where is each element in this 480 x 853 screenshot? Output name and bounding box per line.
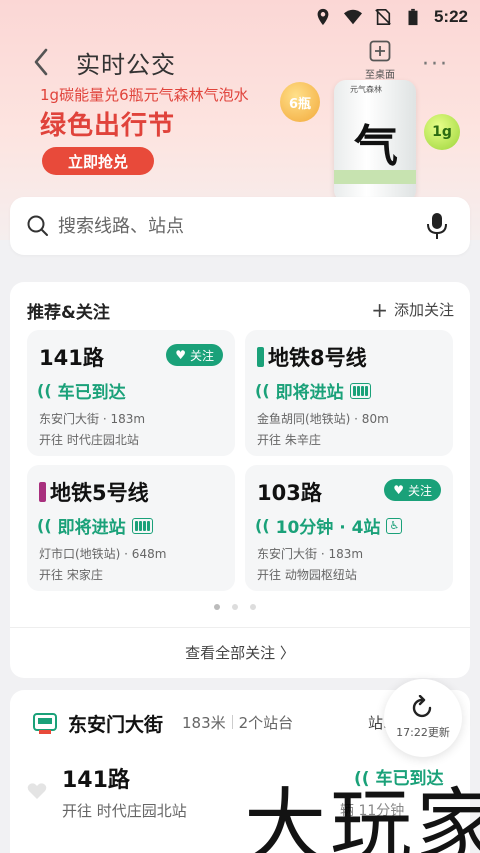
nav-bar: 实时公交 至桌面 ··· [0,40,480,84]
stop-info: 东安门大街 · 183m [257,547,364,561]
arrival-text: 10分钟 · 4站 [275,518,381,538]
status-time: 5:22 [433,7,468,26]
signal-icon: (( [37,381,52,400]
refresh-icon [412,695,432,718]
route-card[interactable]: 地铁8号线 (( 即将进站 金鱼胡同(地铁站) · 80m 开往 朱辛庄 [245,330,453,456]
pager-dots [214,604,256,610]
signal-icon: (( [37,516,52,535]
follow-label: 关注 [189,348,214,363]
arrival-status: (( 车已到达 [37,378,126,403]
crowd-level-icon [131,517,153,534]
watermark: 大玩家 [244,780,480,853]
follow-badge[interactable]: ♥ 关注 [166,344,223,366]
page-title: 实时公交 [76,51,176,79]
wifi-icon [343,9,362,25]
can-brand-text: 元气森林 [350,85,382,94]
direction-info: 开往 宋家庄 [39,568,103,582]
add-to-desktop-button[interactable]: 至桌面 [358,40,402,81]
promo-title: 绿色出行节 [40,111,176,141]
direction-info: 开往 朱辛庄 [257,433,321,447]
search-bar[interactable] [10,197,470,255]
status-bar: 5:22 [0,0,480,34]
pager-dot [214,604,220,610]
arrival-text: 即将进站 [275,383,344,403]
stop-info: 灯市口(地铁站) · 648m [39,547,167,561]
station-platforms: 2个站台 [238,714,294,732]
drink-can-image: 元气森林 气 [334,80,416,202]
route-card[interactable]: 141路 ♥ 关注 (( 车已到达 东安门大街 · 183m 开往 时代庄园北站 [27,330,235,456]
back-arrow-icon[interactable] [28,46,56,78]
station-meta: 183米 2个站台 [182,712,293,733]
arrival-text: 即将进站 [57,518,126,538]
line-color-bar [39,482,46,502]
route-name: 地铁5号线 [39,477,149,507]
no-sim-icon [375,8,391,26]
redeem-now-button[interactable]: 立即抢兑 [42,147,154,175]
microphone-icon[interactable] [426,212,448,240]
can-glyph: 气 [354,121,398,172]
direction-info: 开往 时代庄园北站 [39,433,139,447]
stop-info: 金鱼胡同(地铁站) · 80m [257,412,389,426]
signal-icon: (( [255,516,270,535]
location-icon [317,8,329,26]
heart-outline-icon[interactable] [27,782,47,800]
more-menu-icon[interactable]: ··· [422,52,449,77]
crowd-level-icon [349,382,371,399]
arrival-status: (( 即将进站 [37,513,153,538]
route-name: 141路 [39,346,104,370]
direction-info: 开往 时代庄园北站 [62,802,187,820]
can-stripe [334,170,416,184]
bottle-count-medal: 6瓶 [280,82,320,122]
refresh-button[interactable]: 17:22更新 [384,679,462,757]
add-follow-label: 添加关注 [393,301,454,319]
add-to-desktop-label: 至桌面 [365,70,395,81]
signal-icon: (( [255,381,270,400]
plus-icon: + [371,298,388,322]
heart-icon: ♥ [175,348,186,362]
route-card[interactable]: 地铁5号线 (( 即将进站 灯市口(地铁站) · 648m 开往 宋家庄 [27,465,235,591]
recommend-panel: 推荐&关注 + 添加关注 141路 ♥ 关注 ((车已到达 东安门大街 · 183m… [10,282,470,678]
arrival-text: 车已到达 [57,383,126,403]
pager-dot [250,604,256,610]
route-name: 地铁8号线 [257,342,367,372]
route-name[interactable]: 141路 [62,762,130,794]
arrival-status: (( 10分钟 · 4站 ♿ [255,513,403,538]
view-all-follows-link[interactable]: 查看全部关注 〉 [10,642,470,663]
heart-icon: ♥ [393,483,404,497]
arrival-status: (( 即将进站 [255,378,371,403]
pager-dot [232,604,238,610]
route-name: 103路 [257,481,322,505]
direction-info: 开往 动物园枢纽站 [257,568,357,582]
stop-info: 东安门大街 · 183m [39,412,146,426]
station-distance: 183米 [182,714,226,732]
promo-subtitle: 1g碳能量兑6瓶元气森林气泡水 [40,86,249,104]
accessible-icon: ♿ [386,517,403,534]
recommend-title: 推荐&关注 [27,303,110,323]
follow-label: 关注 [407,483,432,498]
line-color-bar [257,347,264,367]
divider [10,627,470,628]
search-input[interactable] [58,215,398,237]
follow-badge[interactable]: ♥ 关注 [384,479,441,501]
add-follow-button[interactable]: + 添加关注 [371,298,454,322]
carbon-energy-ball: 1g [424,114,460,150]
search-icon [27,215,48,236]
battery-icon [408,8,418,26]
bus-stop-icon [33,713,57,734]
station-name[interactable]: 东安门大街 [68,710,163,737]
route-card[interactable]: 103路 ♥ 关注 (( 10分钟 · 4站 ♿ 东安门大街 · 183m 开往 动物… [245,465,453,591]
refresh-time-label: 17:22更新 [396,726,450,739]
add-square-icon [369,40,391,62]
